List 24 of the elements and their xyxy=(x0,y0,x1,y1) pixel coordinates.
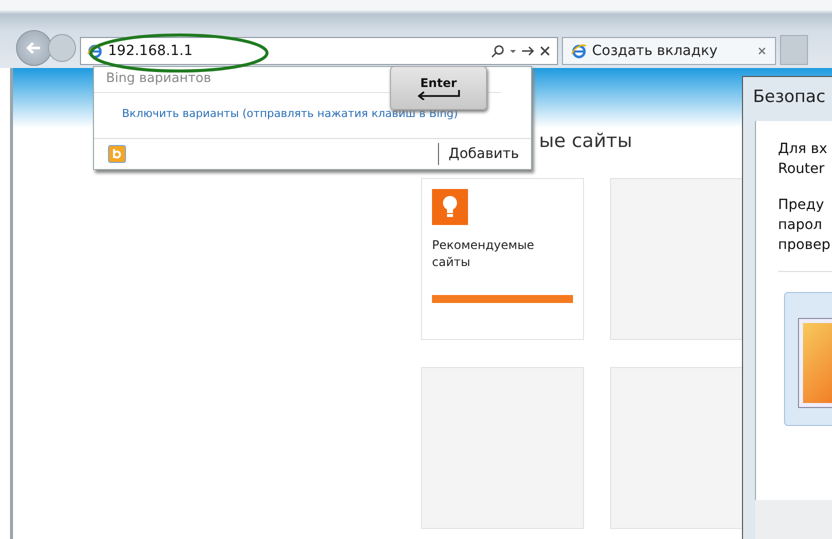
browser-logo-icon xyxy=(571,43,587,59)
url-text: 192.168.1.1 xyxy=(108,43,193,59)
credential-tile[interactable] xyxy=(784,292,832,426)
lightbulb-icon xyxy=(432,189,468,225)
close-icon[interactable] xyxy=(539,45,551,57)
dialog-title: Безопас xyxy=(752,86,826,109)
dialog-text: Преду парол провер xyxy=(778,196,830,255)
tile-label: Рекомендуемые сайты xyxy=(432,237,536,271)
dialog-text: Для вх Router xyxy=(778,140,828,179)
address-bar[interactable]: 192.168.1.1 xyxy=(80,37,558,65)
forward-button[interactable] xyxy=(48,34,76,62)
key-label: Enter xyxy=(420,76,457,90)
close-icon[interactable] xyxy=(757,46,767,56)
browser-tab[interactable]: Создать вкладку xyxy=(562,37,776,65)
go-arrow-icon[interactable] xyxy=(521,44,535,58)
add-button[interactable]: Добавить xyxy=(438,143,531,166)
search-provider-icon[interactable] xyxy=(108,145,126,164)
back-button[interactable] xyxy=(16,30,52,66)
return-arrow-icon xyxy=(416,90,460,100)
section-heading: ые сайты xyxy=(539,130,632,152)
empty-tile[interactable] xyxy=(421,367,584,529)
browser-logo-icon xyxy=(87,43,103,59)
site-tile[interactable]: Рекомендуемые сайты xyxy=(421,178,584,340)
search-icon[interactable] xyxy=(491,44,505,58)
